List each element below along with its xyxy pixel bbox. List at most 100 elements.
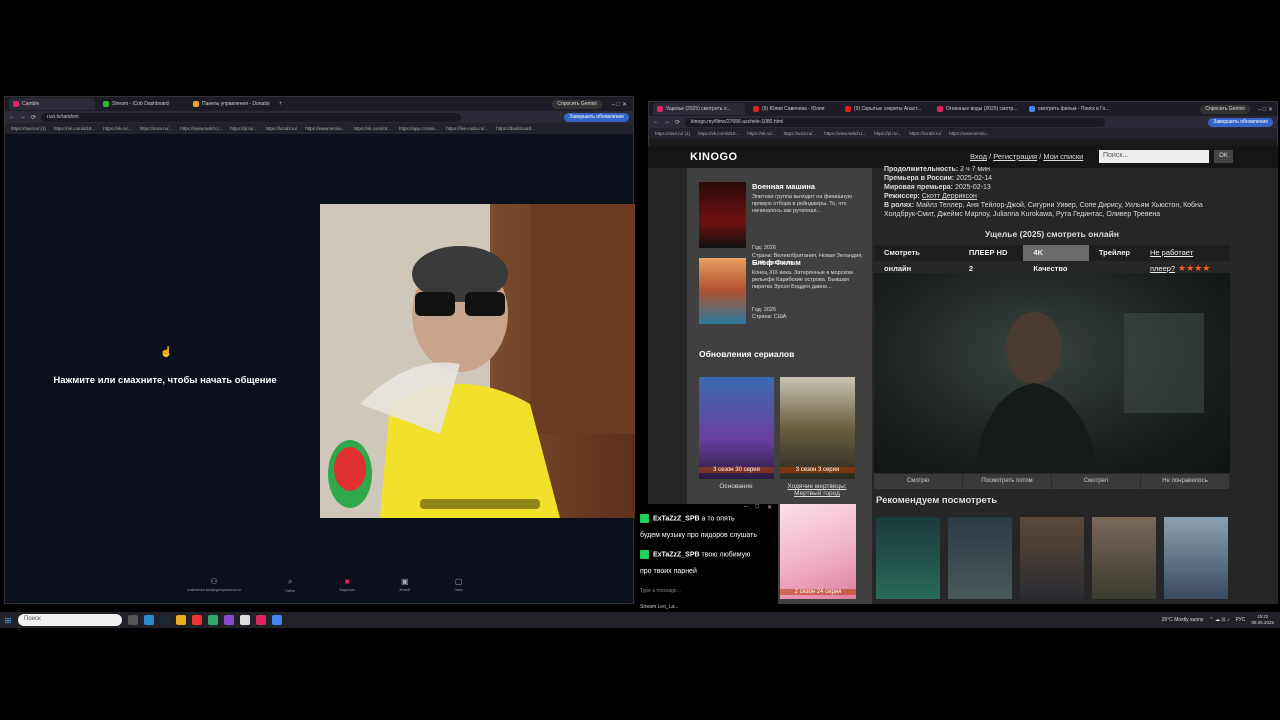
forward-icon[interactable]: → xyxy=(20,114,26,120)
chat-user[interactable]: ExTaZzZ_SPB xyxy=(653,551,700,558)
chat-window-controls[interactable]: – □ ✕ xyxy=(636,504,778,514)
register-link[interactable]: Регистрация xyxy=(993,152,1037,161)
search-ok-button[interactable]: OK xyxy=(1214,150,1233,163)
series-title-1[interactable]: Ходячие мертвецы: Мертвый город xyxy=(777,483,857,497)
back-icon[interactable]: ← xyxy=(9,114,15,120)
tab-watch-online[interactable]: Смотреть онлайн xyxy=(874,245,959,273)
my-lists-link[interactable]: Мои списки xyxy=(1043,152,1083,161)
series-title-0[interactable]: Основание xyxy=(696,483,776,490)
watching-button[interactable]: Смотрю xyxy=(874,474,963,489)
right-tab-1[interactable]: (9) Юлия Савичева - Юлия xyxy=(749,103,837,115)
bookmark[interactable]: https://www.tenniu... xyxy=(949,131,989,136)
left-tab-1[interactable]: Stream - iCob Dashboard xyxy=(99,98,185,110)
clock[interactable]: 15:22 09.06.2025 xyxy=(1251,614,1274,626)
nav-live[interactable]: ▣ Живой xyxy=(399,577,410,601)
tray-icons[interactable]: ⌃ ☁ ⊡ ♪ xyxy=(1209,617,1229,623)
bookmark[interactable]: https://lozabl.ru/ xyxy=(265,126,297,131)
right-tab-3[interactable]: Огненные воды (2025) смотр... xyxy=(933,103,1021,115)
forward-icon[interactable]: → xyxy=(664,119,670,125)
movie-title[interactable]: Блеф Фильм xyxy=(752,258,801,267)
window-controls-icon[interactable]: – □ ✕ xyxy=(1258,106,1273,113)
left-tab-0[interactable]: Camble xyxy=(9,98,95,110)
player-broken-link[interactable]: Не работает плеер? xyxy=(1140,245,1230,273)
video-player[interactable] xyxy=(874,273,1230,473)
bookmark[interactable]: https://dashboard... xyxy=(496,126,535,131)
series-poster-2[interactable]: 2 сезон 24 серия xyxy=(780,504,856,599)
nav-videochat[interactable]: ■ Видеочат xyxy=(340,577,355,601)
nav-privacy[interactable]: ⚇ изменения конфиденциальности xyxy=(187,577,241,601)
reload-icon[interactable]: ⟳ xyxy=(675,119,680,126)
recommend-poster[interactable] xyxy=(948,517,1012,599)
login-link[interactable]: Вход xyxy=(970,152,987,161)
watch-later-button[interactable]: Посмотреть потом xyxy=(963,474,1052,489)
site-search-input[interactable]: Поиск... xyxy=(1099,150,1209,163)
maximize-icon[interactable]: □ xyxy=(755,504,759,514)
series-poster-1[interactable]: 3 сезон 3 серия xyxy=(780,377,855,479)
app-icon[interactable] xyxy=(256,615,266,625)
tab-player-hd2[interactable]: ПЛЕЕР HD 2 xyxy=(959,245,1024,273)
minimize-icon[interactable]: – xyxy=(744,504,747,514)
bookmark[interactable]: https://www.twitch.t... xyxy=(824,131,866,136)
left-tab-2[interactable]: Панель управления - Donatio xyxy=(189,98,275,110)
bookmark[interactable]: https://vk.ru/... xyxy=(747,131,775,136)
steam-icon[interactable] xyxy=(160,615,170,625)
bookmark[interactable]: https://pl.ru/... xyxy=(874,131,901,136)
files-icon[interactable] xyxy=(176,615,186,625)
reload-icon[interactable]: ⟳ xyxy=(31,114,36,121)
weather-text[interactable]: 26°C Mostly sunny xyxy=(1162,617,1204,623)
right-tab-0[interactable]: Ущелье (2025) смотреть о... xyxy=(653,103,745,115)
recommend-poster[interactable] xyxy=(876,517,940,599)
bookmark[interactable]: https://rawl.ru/ (1) xyxy=(11,126,46,131)
bookmark[interactable]: https://www.tenniu... xyxy=(305,126,345,131)
bookmark[interactable]: https://lozabl.ru/ xyxy=(909,131,941,136)
back-icon[interactable]: ← xyxy=(653,119,659,125)
bookmark[interactable]: https://pl.ru/... xyxy=(230,126,257,131)
bookmark[interactable]: https://vk.com/lot... xyxy=(353,126,391,131)
chat-user[interactable]: ExTaZzZ_SPB xyxy=(653,515,700,522)
task-view-icon[interactable] xyxy=(128,615,138,625)
app-icon[interactable] xyxy=(208,615,218,625)
bookmark[interactable]: https://www.twitch.t... xyxy=(180,126,222,131)
language-indicator[interactable]: РУС xyxy=(1235,617,1245,623)
bookmark[interactable]: https://app.crossa... xyxy=(399,126,438,131)
taskbar-search[interactable]: Поиск xyxy=(18,614,122,626)
recommend-poster[interactable] xyxy=(1092,517,1156,599)
bookmark[interactable]: https://vk.com/id18... xyxy=(54,126,95,131)
series-poster-0[interactable]: 3 сезон 30 серия xyxy=(699,377,774,479)
bookmark[interactable]: https://vk.ru/... xyxy=(103,126,131,131)
bookmark[interactable]: https://sora.ru/... xyxy=(140,126,173,131)
bookmark[interactable]: https://live-radio.ru/... xyxy=(446,126,488,131)
recommend-poster[interactable] xyxy=(1020,517,1084,599)
window-controls-icon[interactable]: – □ ✕ xyxy=(612,101,627,108)
bookmark[interactable]: https://vk.com/id18... xyxy=(698,131,739,136)
disliked-button[interactable]: Не понравилось xyxy=(1141,474,1230,489)
site-logo[interactable]: KINOGO xyxy=(690,151,738,163)
chat-input[interactable]: Type a message... xyxy=(640,588,774,598)
start-chat-prompt[interactable]: Нажмите или смахните, чтобы начать общен… xyxy=(45,375,285,386)
recommend-poster[interactable] xyxy=(1164,517,1228,599)
bookmark[interactable]: https://rawl.ru/ (1) xyxy=(655,131,690,136)
app-icon[interactable] xyxy=(240,615,250,625)
new-tab-icon[interactable]: + xyxy=(279,101,283,107)
app-icon[interactable] xyxy=(192,615,202,625)
left-url-field[interactable]: ruvi.tv/random xyxy=(41,112,462,122)
nav-chats[interactable]: ▢ Чаты xyxy=(455,577,463,601)
director-link[interactable]: Скотт Дерриксон xyxy=(922,193,977,200)
movie-title[interactable]: Военная машина xyxy=(752,182,815,191)
bookmark[interactable]: https://sora.ru/... xyxy=(784,131,817,136)
gemini-button[interactable]: Спросить Gemini xyxy=(552,99,602,109)
right-tab-4[interactable]: смотреть фильм - Поиск в Го... xyxy=(1025,103,1113,115)
edge-icon[interactable] xyxy=(144,615,154,625)
tab-4k[interactable]: 4K Качество xyxy=(1023,245,1089,273)
gemini-button[interactable]: Спросить Gemini xyxy=(1200,104,1250,114)
side-movie-0[interactable]: Военная машина Элитная группа выходит на… xyxy=(699,182,869,266)
side-movie-1[interactable]: Блеф Фильм Конец XIX века. Затерянные в … xyxy=(699,258,869,326)
update-button[interactable]: Завершить обновление xyxy=(564,112,629,122)
right-url-field[interactable]: kinogo.my/films/27656-uschele-1080.html xyxy=(685,117,1106,127)
app-icon[interactable] xyxy=(224,615,234,625)
update-button[interactable]: Завершить обновление xyxy=(1208,117,1273,127)
watched-button[interactable]: Смотрел xyxy=(1052,474,1141,489)
right-tab-2[interactable]: (9) Скрытые секреты Анаст... xyxy=(841,103,929,115)
tab-trailer[interactable]: Трейлер xyxy=(1089,245,1140,261)
close-icon[interactable]: ✕ xyxy=(767,504,772,514)
